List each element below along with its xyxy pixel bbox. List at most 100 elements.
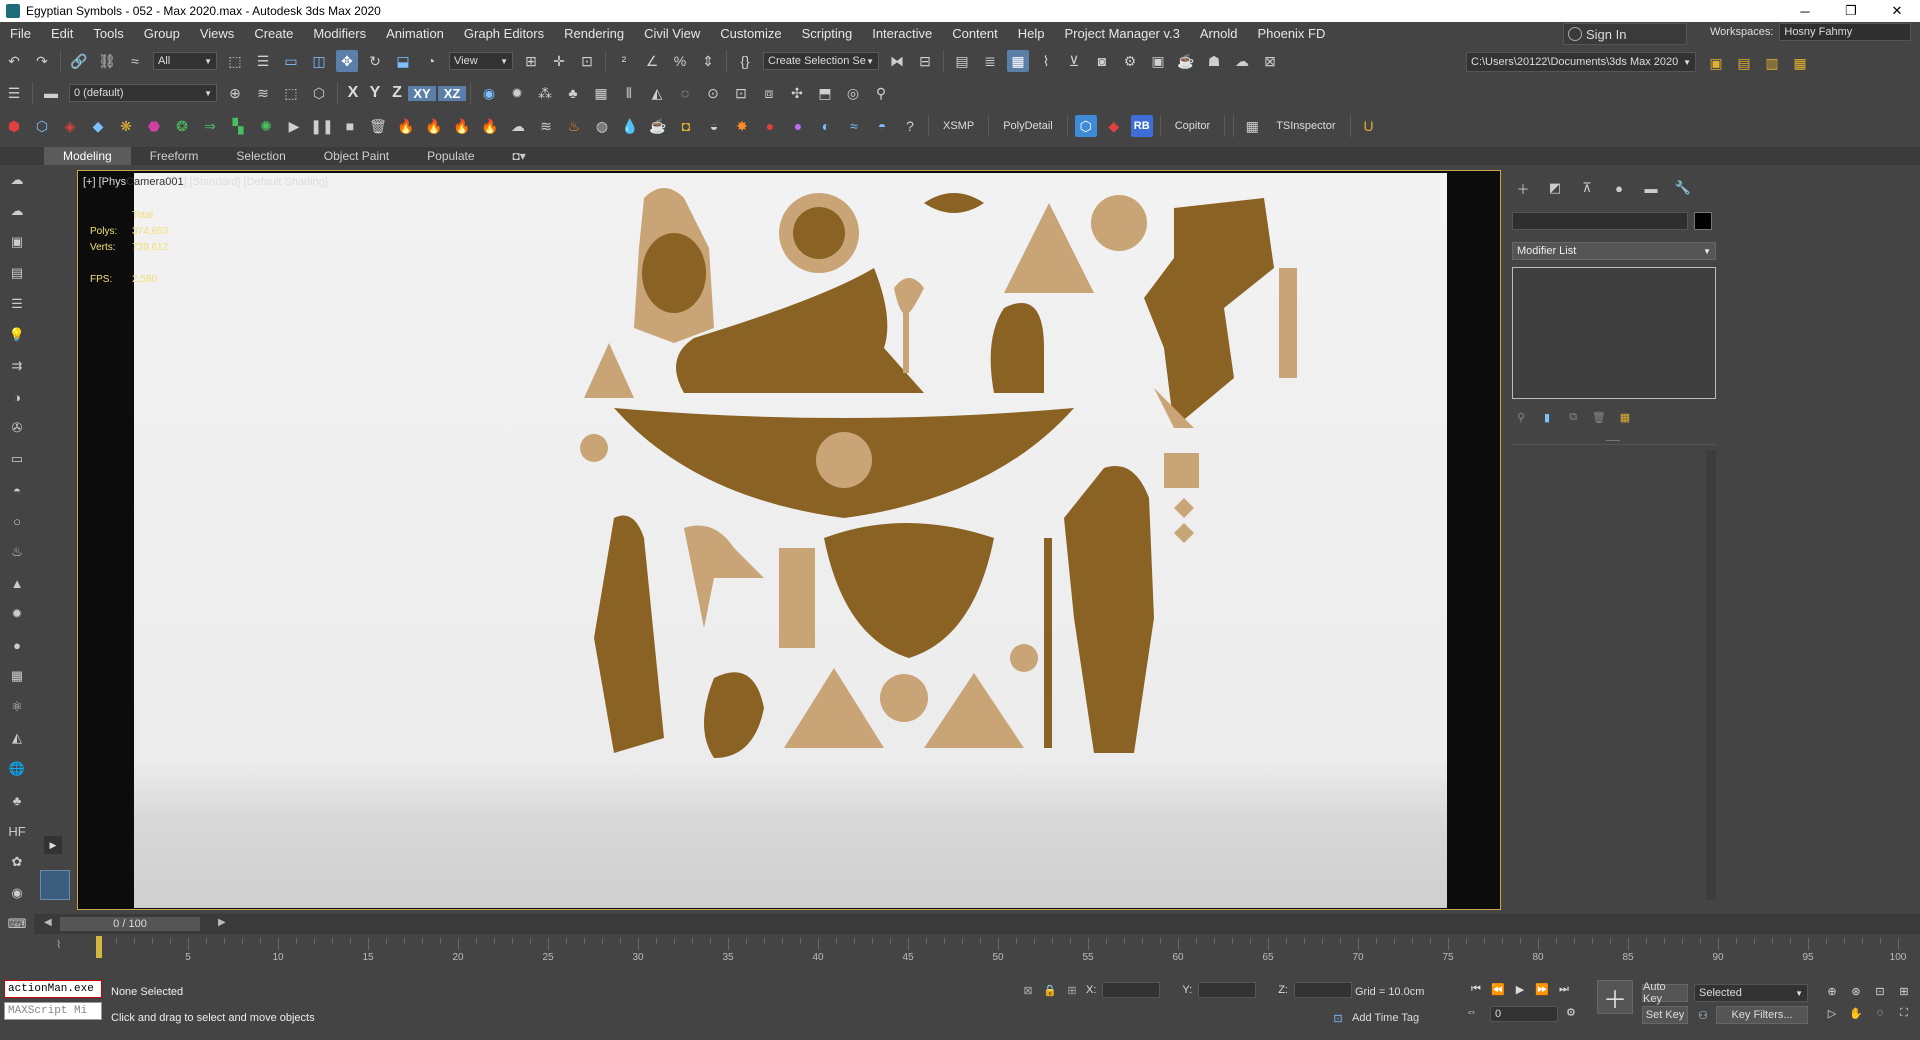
layer-props-icon[interactable]: ⬡ xyxy=(308,82,330,104)
next-frame-arrow-icon[interactable]: ▶ xyxy=(218,917,226,928)
diamond-plugin-icon[interactable]: ◆ xyxy=(1103,115,1125,137)
redo-icon[interactable]: ↷ xyxy=(31,50,53,72)
grid-icon[interactable]: ▦ xyxy=(590,82,612,104)
menu-content[interactable]: Content xyxy=(942,26,1008,41)
xsmp-button[interactable]: XSMP xyxy=(933,120,984,132)
hemisphere-icon[interactable]: ◓ xyxy=(6,479,28,501)
layer-stack-icon[interactable]: ≋ xyxy=(252,82,274,104)
menu-rendering[interactable]: Rendering xyxy=(554,26,634,41)
viewport-label[interactable]: [+] [PhysCamera001] [Standard] [Default … xyxy=(83,176,328,188)
stop-icon[interactable]: ■ xyxy=(339,115,361,137)
plant-icon[interactable]: ♣ xyxy=(6,789,28,811)
film-icon[interactable]: ✇ xyxy=(6,417,28,439)
maximize-viewport-icon[interactable]: ⛶ xyxy=(1894,1003,1914,1023)
modifier-stack[interactable] xyxy=(1512,267,1716,399)
menu-edit[interactable]: Edit xyxy=(41,26,83,41)
zoom-all-icon[interactable]: ⊛ xyxy=(1846,981,1866,1001)
display-tab-icon[interactable]: ▬ xyxy=(1640,178,1662,198)
layer-visibility-icon[interactable]: ▬ xyxy=(40,82,62,104)
project-open-icon[interactable]: ▣ xyxy=(1705,52,1727,74)
unlink-icon[interactable]: ⛓ xyxy=(96,50,118,72)
maxscript-input[interactable]: MAXScript Mi xyxy=(4,1002,102,1020)
sphere-prim-icon[interactable]: ❂ xyxy=(171,115,193,137)
grid-left-icon[interactable]: ▦ xyxy=(6,665,28,687)
prev-frame-arrow-icon[interactable]: ◀ xyxy=(44,917,52,928)
brain-icon[interactable]: ✿ xyxy=(6,851,28,873)
menu-file[interactable]: File xyxy=(0,26,41,41)
goto-start-icon[interactable]: ⏮ xyxy=(1466,980,1486,998)
fov-icon[interactable]: ▷ xyxy=(1822,1003,1842,1023)
fire-icon-4[interactable]: 🔥 xyxy=(479,115,501,137)
angle-snap-icon[interactable]: ∠ xyxy=(641,50,663,72)
tab-freeform[interactable]: Freeform xyxy=(131,149,218,163)
swirl-icon[interactable]: ◍ xyxy=(591,115,613,137)
select-by-name-icon[interactable]: ☰ xyxy=(252,50,274,72)
material-editor-icon[interactable]: ◙ xyxy=(1091,50,1113,72)
help-icon[interactable]: ? xyxy=(899,115,921,137)
auto-key-button[interactable]: Auto Key xyxy=(1642,981,1688,1005)
bind-spacewarp-icon[interactable]: ≈ xyxy=(124,50,146,72)
ref-coord-dropdown[interactable]: View ▼ xyxy=(449,52,513,70)
layer-explorer-icon[interactable]: ≣ xyxy=(979,50,1001,72)
mug-icon[interactable]: ◘ xyxy=(675,115,697,137)
expand-arrow-icon[interactable]: ▶ xyxy=(44,836,62,854)
rotate-view-icon[interactable]: ◌ xyxy=(674,82,696,104)
make-unique-icon[interactable]: ⧉ xyxy=(1564,408,1582,426)
tile-icon[interactable]: ▚ xyxy=(227,115,249,137)
time-config-icon[interactable]: ⚙ xyxy=(1566,1006,1576,1019)
menu-tools[interactable]: Tools xyxy=(83,26,133,41)
molecule-icon[interactable]: ⚛ xyxy=(6,696,28,718)
motion-tab-icon[interactable]: ● xyxy=(1608,178,1630,198)
maxscript-mini-listener[interactable]: actionMan.exe xyxy=(4,980,102,998)
menu-create[interactable]: Create xyxy=(244,26,303,41)
selection-filter-dropdown[interactable]: All ▼ xyxy=(153,52,217,70)
key-filters-button[interactable]: Key Filters... xyxy=(1716,1006,1808,1024)
y-field[interactable] xyxy=(1198,982,1257,998)
rb-plugin-button[interactable]: RB xyxy=(1130,115,1153,137)
arrow-right-icon[interactable]: ⇒ xyxy=(199,115,221,137)
scene-explorer-icon[interactable]: ▤ xyxy=(951,50,973,72)
sun-icon[interactable]: ✹ xyxy=(506,82,528,104)
fire-icon-1[interactable]: 🔥 xyxy=(395,115,417,137)
camera-icon[interactable]: ⊙ xyxy=(702,82,724,104)
particle-icon[interactable]: ⁂ xyxy=(534,82,556,104)
render-iterative-icon[interactable]: ☗ xyxy=(1203,50,1225,72)
menu-group[interactable]: Group xyxy=(134,26,190,41)
image-icon[interactable]: ▣ xyxy=(6,231,28,253)
script-icon[interactable]: ⌨ xyxy=(6,913,28,935)
bulb-icon[interactable]: ⚲ xyxy=(870,82,892,104)
tab-object-paint[interactable]: Object Paint xyxy=(305,149,408,163)
window-crossing-icon[interactable]: ◫ xyxy=(308,50,330,72)
set-key-button[interactable]: Set Key xyxy=(1642,1006,1688,1024)
x-field[interactable] xyxy=(1102,982,1161,998)
toolbar-menu-icon[interactable]: ☰ xyxy=(3,82,25,104)
ocean-icon[interactable]: ≈ xyxy=(843,115,865,137)
time-slider-thumb[interactable]: 0 / 100 xyxy=(60,917,200,931)
modify-tab-icon[interactable]: ◩ xyxy=(1544,178,1566,198)
tab-modeling[interactable]: Modeling xyxy=(44,147,131,165)
menu-interactive[interactable]: Interactive xyxy=(862,26,942,41)
link-icon[interactable]: 🔗 xyxy=(68,50,90,72)
cloud-icon[interactable]: ☁ xyxy=(6,200,28,222)
polydetail-button[interactable]: PolyDetail xyxy=(993,120,1063,132)
minimize-button[interactable]: ─ xyxy=(1782,0,1828,22)
axis-z[interactable]: Z xyxy=(386,84,408,102)
isolate-icon[interactable]: ⊠ xyxy=(1020,982,1036,998)
viewport-layout-icon[interactable] xyxy=(40,870,70,900)
orbit-icon[interactable]: ◌ xyxy=(1870,1003,1890,1023)
circle-icon[interactable]: ○ xyxy=(6,510,28,532)
configure-sets-icon[interactable]: ▦ xyxy=(1616,408,1634,426)
project-path-dropdown[interactable]: C:\Users\20122\Documents\3ds Max 2020 ▼ xyxy=(1466,52,1696,72)
frame-icon[interactable]: ⊡ xyxy=(730,82,752,104)
pan-icon[interactable]: ✋ xyxy=(1846,1003,1866,1023)
close-button[interactable]: ✕ xyxy=(1874,0,1920,22)
sparkle-icon[interactable]: ✺ xyxy=(255,115,277,137)
select-manipulate-icon[interactable]: ✛ xyxy=(548,50,570,72)
curve-editor-mini-icon[interactable]: ⌇ xyxy=(56,938,61,951)
menu-graph-editors[interactable]: Graph Editors xyxy=(454,26,554,41)
z-field[interactable] xyxy=(1293,982,1352,998)
rendered-frame-icon[interactable]: ▣ xyxy=(1147,50,1169,72)
ribbon-options-icon[interactable]: ◘▾ xyxy=(494,149,545,163)
pin-stack-icon[interactable]: ⚲ xyxy=(1512,408,1530,426)
pause-icon[interactable]: ❚❚ xyxy=(310,115,333,137)
